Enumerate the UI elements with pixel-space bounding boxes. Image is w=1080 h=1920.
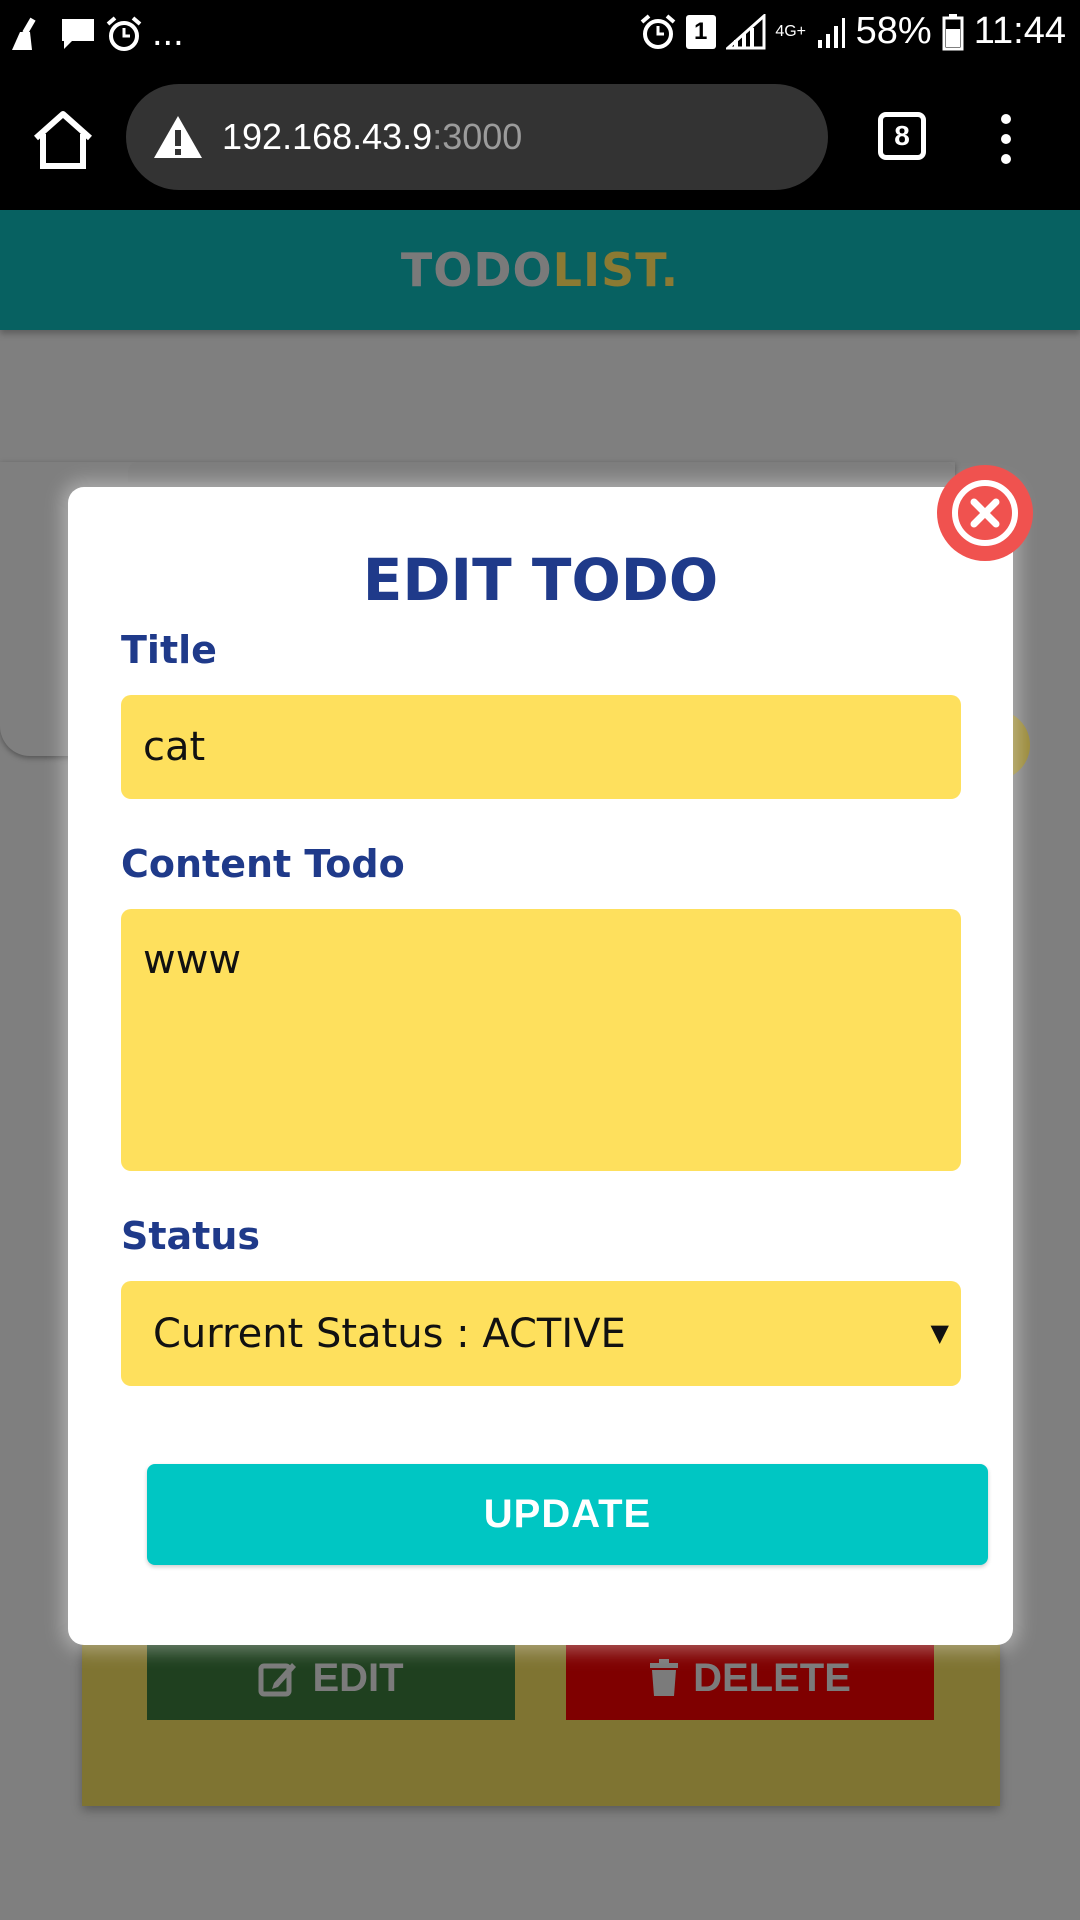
- logo-part2: LIST.: [552, 243, 680, 297]
- home-button[interactable]: [30, 110, 96, 170]
- clock: 11:44: [973, 10, 1066, 52]
- dropdown-arrow-icon: ▼: [930, 1319, 949, 1347]
- status-bar: ... 1 4G+ 58% 11:44: [0, 0, 1080, 68]
- app-header: TODOLIST.: [0, 210, 1080, 330]
- alarm-icon: [106, 15, 142, 52]
- menu-dot: [1001, 154, 1011, 164]
- delete-label: DELETE: [693, 1655, 851, 1700]
- not-secure-warning-icon: [154, 116, 202, 158]
- broom-icon: [10, 16, 50, 52]
- status-select-value: Current Status : ACTIVE: [153, 1310, 626, 1357]
- sim-slot-icon: 1: [685, 14, 716, 49]
- browser-menu-button[interactable]: [994, 114, 1018, 164]
- battery-percent: 58%: [855, 10, 932, 52]
- menu-dot: [1001, 114, 1011, 124]
- background-delete-button: DELETE: [566, 1636, 934, 1720]
- status-select[interactable]: Current Status : ACTIVE ▼: [121, 1281, 961, 1386]
- app-logo: TODOLIST.: [401, 243, 679, 297]
- title-input[interactable]: [121, 695, 961, 799]
- logo-part1: TODO: [400, 243, 553, 297]
- menu-dot: [1001, 134, 1011, 144]
- browser-toolbar: 192.168.43.9:3000 8: [0, 68, 1080, 210]
- update-button[interactable]: UPDATE: [147, 1464, 988, 1565]
- network-type-icon: 4G+: [775, 22, 806, 40]
- edit-icon: [258, 1663, 297, 1697]
- close-icon: [952, 480, 1018, 546]
- edit-label: EDIT: [312, 1655, 404, 1700]
- status-label: Status: [121, 1214, 261, 1258]
- content-label: Content Todo: [121, 842, 405, 886]
- modal-title: EDIT TODO: [362, 546, 719, 614]
- url-host: 192.168.43.9: [222, 116, 433, 157]
- address-bar[interactable]: 192.168.43.9:3000: [126, 84, 828, 190]
- battery-icon: [942, 13, 964, 51]
- status-left: ...: [10, 12, 184, 55]
- content-textarea[interactable]: www: [121, 909, 961, 1171]
- signal-2-icon: [816, 16, 846, 48]
- signal-icon: [725, 13, 766, 50]
- alarm-icon: [640, 13, 676, 50]
- background-form-strip: [128, 462, 955, 482]
- tab-switcher-button[interactable]: 8: [878, 112, 926, 160]
- url-text: 192.168.43.9:3000: [222, 116, 522, 158]
- title-label: Title: [121, 628, 217, 672]
- chat-icon: [60, 17, 96, 51]
- trash-icon: [650, 1659, 679, 1696]
- status-right: 1 4G+ 58% 11:44: [640, 10, 1066, 53]
- notification-overflow: ...: [152, 12, 184, 54]
- background-edit-button: EDIT: [147, 1636, 515, 1720]
- url-port: :3000: [432, 116, 523, 157]
- home-icon: [34, 111, 92, 169]
